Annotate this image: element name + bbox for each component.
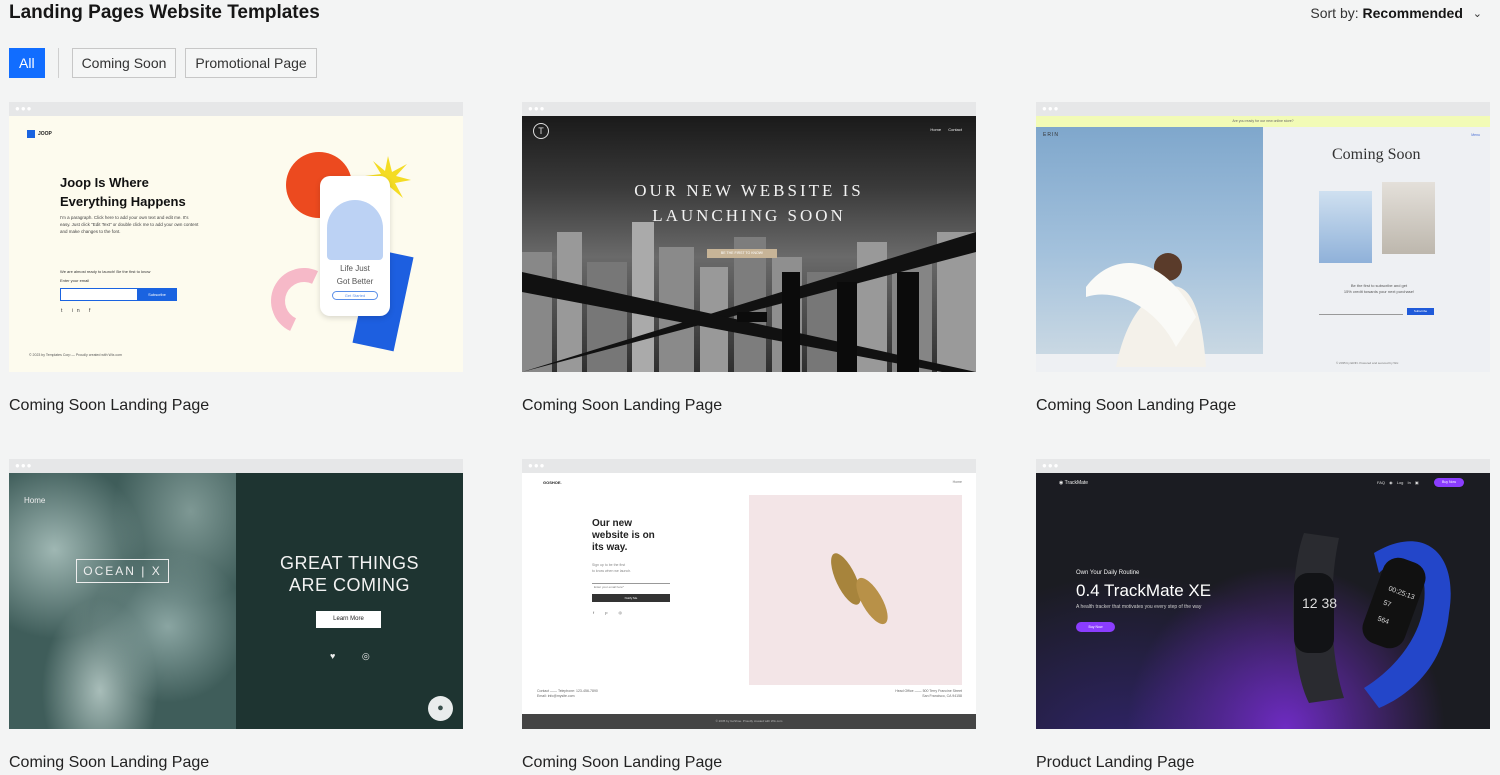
- thumb-contact-info: Contact —— Telephone: 123-456-7890 Email:…: [537, 689, 598, 698]
- template-card[interactable]: ●●● ◉ TrackMate FAQ ◉ Log In ▣ Buy Now O…: [1036, 459, 1490, 772]
- template-title[interactable]: Product Landing Page: [1036, 754, 1490, 772]
- thumb-menu: Home: [952, 480, 962, 484]
- template-thumbnail[interactable]: Home OCEAN | X GREAT THINGS ARE COMING Le…: [9, 473, 463, 729]
- thumb-announcement-bar: Are you ready for our new online store?: [1036, 116, 1490, 127]
- thumb-heading: 0.4 TrackMate XE: [1076, 581, 1212, 600]
- page-title: Landing Pages Website Templates: [9, 2, 320, 23]
- window-dots-icon: ●●●: [528, 104, 546, 113]
- filter-bar: All Coming Soon Promotional Page: [9, 48, 326, 78]
- woman-photo: [1036, 127, 1263, 367]
- gold-shoes-image: [831, 553, 888, 625]
- sort-dropdown[interactable]: Sort by: Recommended ⌄: [1310, 5, 1482, 21]
- thumb-social-icons: t in f: [61, 308, 95, 314]
- thumb-tagline: A health tracker that motivates you ever…: [1076, 604, 1202, 610]
- template-title[interactable]: Coming Soon Landing Page: [9, 754, 463, 772]
- chevron-down-icon: ⌄: [1472, 8, 1482, 20]
- browser-bar: ●●●: [9, 459, 463, 473]
- template-title[interactable]: Coming Soon Landing Page: [9, 397, 463, 415]
- window-dots-icon: ●●●: [15, 104, 33, 113]
- thumb-email-field: [60, 288, 138, 301]
- thumb-notify-button: Notify Me: [592, 594, 670, 602]
- filter-all[interactable]: All: [9, 48, 45, 78]
- template-thumbnail[interactable]: JOOP Joop Is Where Everything Happens I'm…: [9, 116, 463, 372]
- svg-text:12 38: 12 38: [1302, 595, 1337, 611]
- browser-bar: ●●●: [1036, 102, 1490, 116]
- browser-bar: ●●●: [9, 102, 463, 116]
- thumb-logo: OCEAN | X: [76, 559, 169, 583]
- thumb-brand: ERIN: [1043, 132, 1059, 138]
- thumb-learn-more-button: Learn More: [316, 611, 381, 628]
- product-photo-1: [1319, 191, 1372, 263]
- thumb-heading: Our new website is on its way.: [592, 518, 655, 553]
- ocean-waves-image: [9, 473, 236, 729]
- thumb-social-icons: ♥ ◎: [330, 651, 382, 661]
- thumb-logo: GOSHOE.: [543, 480, 562, 485]
- thumb-subheading: Own Your Daily Routine: [1076, 570, 1140, 576]
- thumb-nav: FAQ ◉ Log In ▣: [1377, 480, 1419, 485]
- phone-button: Get Started: [332, 291, 378, 300]
- phone-mockup: Life Just Got Better Get Started: [320, 176, 390, 316]
- thumb-subscribe-button: Subscribe: [1407, 308, 1434, 315]
- thumb-logo: T: [533, 123, 549, 139]
- thumb-footer: © 2035 by ERIN. Powered and secured by W…: [1336, 361, 1399, 365]
- window-dots-icon: ●●●: [1042, 461, 1060, 470]
- thumb-email-field: [1319, 314, 1403, 315]
- phone-text-2: Got Better: [336, 277, 374, 286]
- filter-coming-soon[interactable]: Coming Soon: [71, 48, 177, 78]
- thumb-footer: © 2023 by Templates Corp — Proudly creat…: [29, 353, 122, 357]
- fitness-tracker-image: 12 38 00:25:13 57 564: [1293, 533, 1451, 708]
- thumb-menu: Menu: [1471, 133, 1480, 137]
- thumb-heading: Joop Is Where Everything Happens: [60, 175, 186, 209]
- window-dots-icon: ●●●: [528, 461, 546, 470]
- thumb-email-label: Enter your email: [60, 278, 90, 283]
- sort-label: Sort by:: [1310, 5, 1359, 21]
- template-card[interactable]: ●●● Home OCEAN | X GREAT THINGS ARE COMIN…: [9, 459, 463, 772]
- template-card[interactable]: ●●● JOOP Joop Is Where Everything Happens…: [9, 102, 463, 415]
- thumb-address: Head Office —— 500 Terry Francine Street…: [895, 689, 962, 698]
- product-photo-2: [1382, 182, 1435, 254]
- thumb-subscribe-button: Subscribe: [137, 288, 177, 301]
- browser-bar: ●●●: [1036, 459, 1490, 473]
- thumb-nav: Home: [24, 496, 46, 505]
- template-title[interactable]: Coming Soon Landing Page: [1036, 397, 1490, 415]
- browser-bar: ●●●: [522, 102, 976, 116]
- thumb-buy-now-button: Buy Now: [1076, 622, 1115, 632]
- phone-text-1: Life Just: [340, 264, 370, 273]
- thumb-heading: OUR NEW WEBSITE IS LAUNCHING SOON: [634, 181, 864, 225]
- template-card[interactable]: ●●● Are you ready for our new online sto…: [1036, 102, 1490, 415]
- person-silhouette: [1086, 253, 1206, 367]
- template-card[interactable]: ●●● GOSHOE. Home Our new website is on its…: [522, 459, 976, 772]
- thumb-social-icons: f p ◎: [593, 610, 628, 615]
- thumb-paragraph: I'm a paragraph. Click here to add your …: [60, 215, 199, 234]
- thumb-nav: Home Contact: [930, 127, 962, 132]
- filter-divider: [57, 48, 59, 78]
- thumb-cta-button: BE THE FIRST TO KNOW!: [707, 249, 777, 258]
- city-skyline-image: [522, 222, 976, 372]
- chat-icon: ●: [428, 696, 453, 721]
- thumb-text: Be the first to subscribe and get 15% cre…: [1343, 283, 1415, 294]
- thumb-logo: ◉ TrackMate: [1059, 480, 1089, 486]
- template-card[interactable]: ●●● T Home Contact OUR NEW WEBSITE IS LAU…: [522, 102, 976, 415]
- thumb-heading: Coming Soon: [1332, 146, 1421, 163]
- template-thumbnail[interactable]: Are you ready for our new online store? …: [1036, 116, 1490, 372]
- template-title[interactable]: Coming Soon Landing Page: [522, 397, 976, 415]
- sort-value: Recommended: [1362, 5, 1463, 21]
- template-thumbnail[interactable]: ◉ TrackMate FAQ ◉ Log In ▣ Buy Now Own Y…: [1036, 473, 1490, 729]
- browser-bar: ●●●: [522, 459, 976, 473]
- template-thumbnail[interactable]: GOSHOE. Home Our new website is on its way…: [522, 473, 976, 729]
- mountain-illustration: [327, 200, 383, 260]
- thumb-buy-now-top-button: Buy Now: [1434, 478, 1464, 487]
- template-thumbnail[interactable]: T Home Contact OUR NEW WEBSITE IS LAUNCHI…: [522, 116, 976, 372]
- thumb-email-field: [592, 583, 670, 584]
- template-title[interactable]: Coming Soon Landing Page: [522, 754, 976, 772]
- thumb-email-label: Enter your email here*: [594, 585, 624, 589]
- thumb-note: We are almost ready to launch! Be the fi…: [60, 269, 151, 274]
- filter-promotional-page[interactable]: Promotional Page: [185, 48, 317, 78]
- thumb-logo: JOOP: [27, 130, 52, 138]
- thumb-footer: © 2035 by GoShoe. Proudly created with W…: [522, 714, 976, 729]
- thumb-signup-text: Sign up to be the first to know when we l…: [592, 563, 632, 573]
- thumb-heading: GREAT THINGS ARE COMING: [279, 553, 420, 595]
- window-dots-icon: ●●●: [15, 461, 33, 470]
- window-dots-icon: ●●●: [1042, 104, 1060, 113]
